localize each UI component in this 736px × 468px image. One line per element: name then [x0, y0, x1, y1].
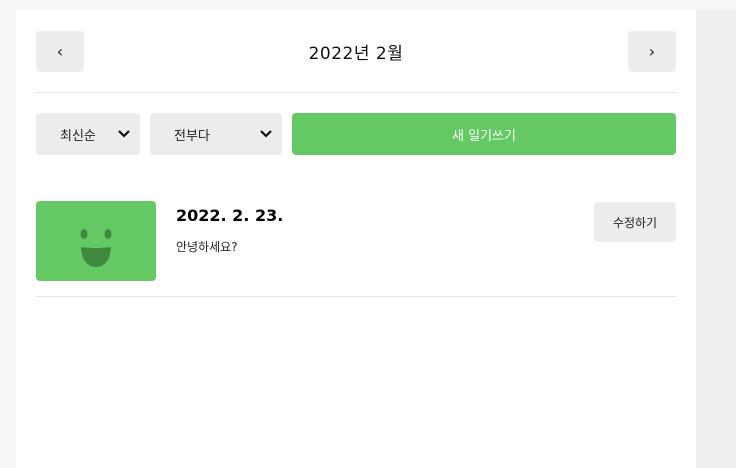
filter-select[interactable]: 전부다 — [150, 113, 282, 155]
smiley-face-icon — [80, 229, 112, 267]
sort-select[interactable]: 최신순 — [36, 113, 140, 155]
edit-button[interactable]: 수정하기 — [594, 202, 676, 242]
diary-content-preview: 안녕하세요? — [176, 240, 238, 254]
list-item-divider — [36, 296, 676, 297]
chevron-down-icon — [114, 127, 134, 141]
sort-select-value: 최신순 — [60, 128, 96, 144]
diary-list-item[interactable]: 2022. 2. 23. 안녕하세요? 수정하기 — [36, 201, 676, 281]
new-diary-button[interactable]: 새 일기쓰기 — [292, 113, 676, 155]
diary-date: 2022. 2. 23. — [176, 206, 284, 225]
page-scroll-gutter — [696, 10, 736, 468]
month-title: 2022년 2월 — [308, 44, 404, 64]
chevron-right-icon: › — [648, 42, 656, 61]
diary-page: ‹ 2022년 2월 › 최신순 전부다 새 일기쓰기 2022. 2. 23.… — [16, 10, 696, 468]
month-header: ‹ 2022년 2월 › — [36, 31, 676, 72]
emotion-thumbnail[interactable] — [36, 201, 156, 281]
chevron-down-icon — [256, 127, 276, 141]
list-controls: 최신순 전부다 새 일기쓰기 — [36, 113, 676, 155]
filter-select-value: 전부다 — [174, 128, 210, 144]
next-month-button[interactable]: › — [628, 31, 676, 72]
header-divider — [36, 92, 676, 93]
